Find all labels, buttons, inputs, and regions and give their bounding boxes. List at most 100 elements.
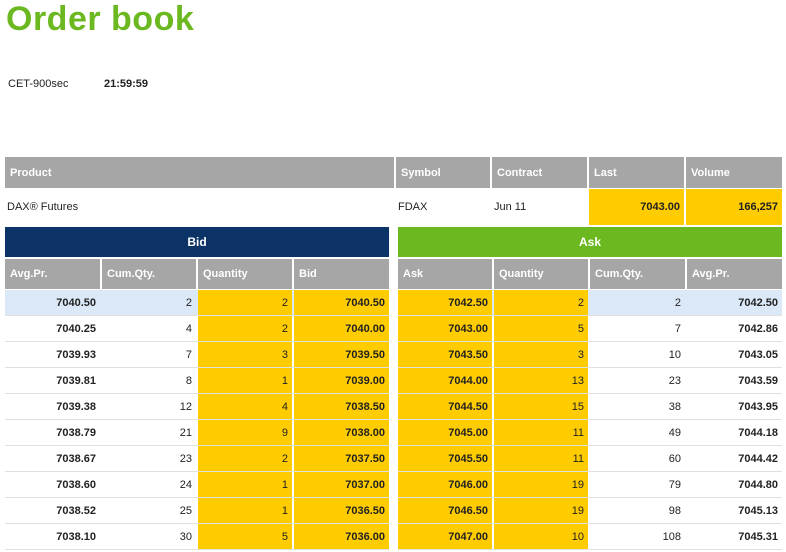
ask-price-cell: 7044.00 <box>398 368 492 393</box>
bid-quantity-cell: 2 <box>198 446 292 471</box>
bid-price-cell: 7040.50 <box>294 290 389 315</box>
ask-quantity-cell: 3 <box>494 342 588 367</box>
ask-quantity-cell: 13 <box>494 368 588 393</box>
ask-quantity-cell: 19 <box>494 472 588 497</box>
ask-avg-price-cell: 7042.86 <box>738 322 778 335</box>
ask-row-divider <box>398 549 782 550</box>
ask-avg-price-cell: 7043.05 <box>738 348 778 361</box>
ask-cum-qty-header: Cum.Qty. <box>590 259 685 289</box>
contract-header: Contract <box>492 157 587 188</box>
ask-avg-price-cell: 7044.42 <box>738 452 778 465</box>
ask-cum-qty-cell: 60 <box>668 452 681 465</box>
ask-price-cell: 7042.50 <box>398 290 492 315</box>
bid-cum-qty-cell: 2 <box>185 296 192 309</box>
ask-cum-qty-cell: 10 <box>668 348 681 361</box>
bid-avg-price-cell: 7038.79 <box>56 426 96 439</box>
bid-banner: Bid <box>5 227 389 257</box>
bid-cum-qty-header: Cum.Qty. <box>102 259 196 289</box>
ask-price-cell: 7043.50 <box>398 342 492 367</box>
bid-cum-qty-cell: 23 <box>179 452 192 465</box>
volume-value: 166,257 <box>686 189 782 225</box>
ask-price-cell: 7046.50 <box>398 498 492 523</box>
ask-cum-qty-cell: 98 <box>668 504 681 517</box>
bid-cum-qty-cell: 12 <box>179 400 192 413</box>
bid-cum-qty-cell: 7 <box>185 348 192 361</box>
bid-avg-price-cell: 7040.25 <box>56 322 96 335</box>
symbol-header: Symbol <box>396 157 490 188</box>
volume-header: Volume <box>686 157 782 188</box>
bid-avg-price-cell: 7039.38 <box>56 400 96 413</box>
product-header: Product <box>5 157 394 188</box>
bid-avg-price-cell: 7038.52 <box>56 504 96 517</box>
bid-quantity-cell: 1 <box>198 368 292 393</box>
ask-quantity-cell: 11 <box>494 446 588 471</box>
bid-price-cell: 7038.50 <box>294 394 389 419</box>
bid-avg-price-cell: 7039.93 <box>56 348 96 361</box>
bid-avg-price-header: Avg.Pr. <box>5 259 100 289</box>
bid-price-cell: 7039.00 <box>294 368 389 393</box>
bid-cum-qty-cell: 4 <box>185 322 192 335</box>
bid-avg-price-cell: 7038.67 <box>56 452 96 465</box>
symbol-value: FDAX <box>398 201 428 213</box>
ask-quantity-header: Quantity <box>494 259 588 289</box>
ask-cum-qty-cell: 7 <box>674 322 681 335</box>
ask-avg-price-cell: 7045.13 <box>738 504 778 517</box>
ask-price-cell: 7046.00 <box>398 472 492 497</box>
bid-quantity-cell: 1 <box>198 498 292 523</box>
bid-price-cell: 7040.00 <box>294 316 389 341</box>
ask-price-cell: 7045.00 <box>398 420 492 445</box>
ask-quantity-cell: 15 <box>494 394 588 419</box>
bid-cum-qty-cell: 8 <box>185 374 192 387</box>
bid-quantity-cell: 2 <box>198 290 292 315</box>
ask-avg-price-cell: 7044.18 <box>738 426 778 439</box>
bid-quantity-cell: 4 <box>198 394 292 419</box>
ask-price-cell: 7044.50 <box>398 394 492 419</box>
ask-avg-price-cell: 7043.59 <box>738 374 778 387</box>
bid-price-cell: 7037.50 <box>294 446 389 471</box>
ask-quantity-cell: 10 <box>494 524 588 549</box>
bid-quantity-cell: 9 <box>198 420 292 445</box>
ask-price-cell: 7047.00 <box>398 524 492 549</box>
ask-cum-qty-cell: 49 <box>668 426 681 439</box>
bid-price-cell: 7036.50 <box>294 498 389 523</box>
ask-avg-price-header: Avg.Pr. <box>687 259 782 289</box>
ask-avg-price-cell: 7044.80 <box>738 478 778 491</box>
bid-price-cell: 7036.00 <box>294 524 389 549</box>
last-header: Last <box>589 157 684 188</box>
bid-price-cell: 7039.50 <box>294 342 389 367</box>
bid-avg-price-cell: 7038.60 <box>56 478 96 491</box>
bid-quantity-cell: 2 <box>198 316 292 341</box>
bid-cum-qty-cell: 24 <box>179 478 192 491</box>
bid-cum-qty-cell: 25 <box>179 504 192 517</box>
bid-cum-qty-cell: 21 <box>179 426 192 439</box>
bid-price-cell: 7037.00 <box>294 472 389 497</box>
bid-avg-price-cell: 7038.10 <box>56 530 96 543</box>
timezone-label: CET-900sec <box>8 78 69 90</box>
ask-cum-qty-cell: 38 <box>668 400 681 413</box>
bid-quantity-cell: 3 <box>198 342 292 367</box>
ask-cum-qty-cell: 2 <box>674 296 681 309</box>
bid-price-header: Bid <box>294 259 389 289</box>
ask-price-header: Ask <box>398 259 492 289</box>
ask-avg-price-cell: 7042.50 <box>738 296 778 309</box>
page-title: Order book <box>6 0 195 38</box>
ask-price-cell: 7045.50 <box>398 446 492 471</box>
bid-cum-qty-cell: 30 <box>179 530 192 543</box>
bid-quantity-cell: 5 <box>198 524 292 549</box>
clock-time: 21:59:59 <box>104 78 149 90</box>
ask-quantity-cell: 5 <box>494 316 588 341</box>
product-name[interactable]: DAX® Futures <box>5 189 394 225</box>
bid-row-divider <box>5 549 389 550</box>
bid-quantity-cell: 1 <box>198 472 292 497</box>
ask-cum-qty-cell: 23 <box>668 374 681 387</box>
ask-avg-price-cell: 7045.31 <box>738 530 778 543</box>
ask-cum-qty-cell: 108 <box>662 530 681 543</box>
bid-avg-price-cell: 7040.50 <box>56 296 96 309</box>
ask-banner: Ask <box>398 227 782 257</box>
contract-value: Jun 11 <box>494 201 527 213</box>
bid-avg-price-cell: 7039.81 <box>56 374 96 387</box>
bid-quantity-header: Quantity <box>198 259 292 289</box>
bid-price-cell: 7038.00 <box>294 420 389 445</box>
ask-quantity-cell: 19 <box>494 498 588 523</box>
ask-quantity-cell: 2 <box>494 290 588 315</box>
